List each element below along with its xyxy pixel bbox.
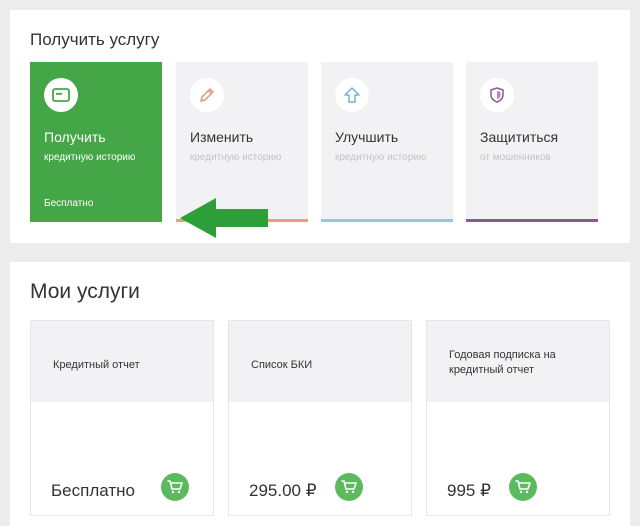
tile-price: Бесплатно <box>44 198 94 209</box>
my-services-title: Мои услуги <box>30 280 140 303</box>
tile-accent-bar <box>466 219 598 222</box>
tile-subtitle: кредитную историю <box>335 152 427 163</box>
shield-icon <box>490 87 504 103</box>
tile-subtitle: кредитную историю <box>190 152 282 163</box>
get-service-panel: Получить услугу Получить кредитную истор… <box>10 10 630 243</box>
pencil-icon <box>200 88 214 102</box>
card-title: Список БКИ <box>251 359 313 371</box>
card-title: Кредитный отчет <box>53 359 140 371</box>
tile-accent-bar <box>321 219 453 222</box>
card-header: Годовая подписка на кредитный отчет <box>427 321 609 402</box>
card-price: Бесплатно <box>51 481 135 500</box>
cart-icon <box>167 480 183 494</box>
my-services-panel: Мои услуги Кредитный отчет Бесплатно Спи… <box>10 262 630 526</box>
card-header: Список БКИ <box>229 321 411 402</box>
tile-title: Улучшить <box>335 129 399 145</box>
pencil-icon-circle <box>190 78 224 112</box>
cart-icon <box>341 480 357 494</box>
tile-title: Получить <box>44 129 106 145</box>
shield-icon-circle <box>480 78 514 112</box>
tile-get-credit-history[interactable]: Получить кредитную историю Бесплатно <box>30 62 162 222</box>
tile-improve-credit-history[interactable]: Улучшить кредитную историю <box>321 62 453 222</box>
cart-button[interactable] <box>161 473 189 501</box>
tile-subtitle: от мошенников <box>480 152 551 163</box>
cart-button[interactable] <box>509 473 537 501</box>
arrow-up-icon-circle <box>335 78 369 112</box>
tile-subtitle: кредитную историю <box>44 152 136 163</box>
get-service-title: Получить услугу <box>30 30 160 49</box>
service-card-annual-subscription[interactable]: Годовая подписка на кредитный отчет 995 … <box>426 320 610 516</box>
cart-icon <box>515 480 531 494</box>
card-icon <box>52 88 70 102</box>
arrow-up-icon <box>344 87 360 103</box>
service-card-credit-report[interactable]: Кредитный отчет Бесплатно <box>30 320 214 516</box>
tile-title: Защититься <box>480 129 559 145</box>
card-icon-circle <box>44 78 78 112</box>
tile-protect-from-fraud[interactable]: Защититься от мошенников <box>466 62 598 222</box>
arrow-left-icon <box>180 198 268 238</box>
card-price: 295.00 ₽ <box>249 481 317 500</box>
service-card-bki-list[interactable]: Список БКИ 295.00 ₽ <box>228 320 412 516</box>
cart-button[interactable] <box>335 473 363 501</box>
card-price: 995 ₽ <box>447 481 491 500</box>
tile-title: Изменить <box>190 129 254 145</box>
card-header: Кредитный отчет <box>31 321 213 402</box>
card-title: Годовая подписка на кредитный отчет <box>449 349 556 376</box>
